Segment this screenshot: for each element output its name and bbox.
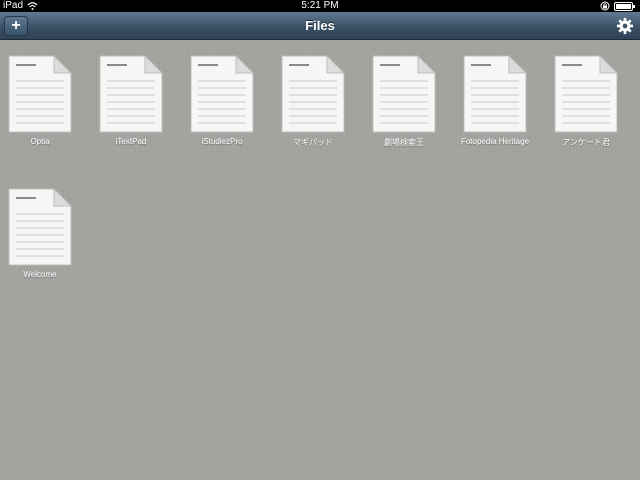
files-grid: Optia iTextPad iStudiezPro マギパッド 劇場検索王 F…	[0, 40, 640, 480]
status-time: 5:21 PM	[301, 0, 339, 11]
file-item-fotopedia-heritage[interactable]: Fotopedia Heritage	[455, 55, 535, 165]
document-icon	[372, 55, 436, 133]
status-right-group	[600, 1, 636, 11]
file-name: マギパッド	[293, 138, 333, 147]
file-name: iStudiezPro	[201, 137, 243, 146]
file-name: Optia	[30, 137, 50, 146]
file-item-istudiezpro[interactable]: iStudiezPro	[182, 55, 262, 165]
gear-icon[interactable]	[616, 17, 634, 35]
file-item-itextpad[interactable]: iTextPad	[91, 55, 171, 165]
file-item-theater-search[interactable]: 劇場検索王	[364, 55, 444, 165]
document-icon	[554, 55, 618, 133]
orientation-lock-icon	[600, 1, 610, 11]
file-name: iTextPad	[115, 137, 147, 146]
status-bar: iPad 5:21 PM	[0, 0, 640, 12]
navigation-bar: + Files	[0, 12, 640, 40]
file-item-optia[interactable]: Optia	[0, 55, 80, 165]
page-title: Files	[305, 18, 335, 33]
file-name: アンケート君	[562, 138, 610, 147]
document-icon	[463, 55, 527, 133]
file-name: Welcome	[23, 270, 57, 279]
document-icon	[190, 55, 254, 133]
file-item-magipad[interactable]: マギパッド	[273, 55, 353, 165]
document-icon	[281, 55, 345, 133]
document-icon	[8, 55, 72, 133]
document-icon	[99, 55, 163, 133]
document-icon	[8, 188, 72, 266]
file-name: 劇場検索王	[384, 138, 424, 147]
file-item-questionnaire[interactable]: アンケート君	[546, 55, 626, 165]
battery-icon	[614, 1, 635, 11]
file-name: Fotopedia Heritage	[460, 137, 530, 146]
file-item-welcome[interactable]: Welcome	[0, 188, 80, 298]
